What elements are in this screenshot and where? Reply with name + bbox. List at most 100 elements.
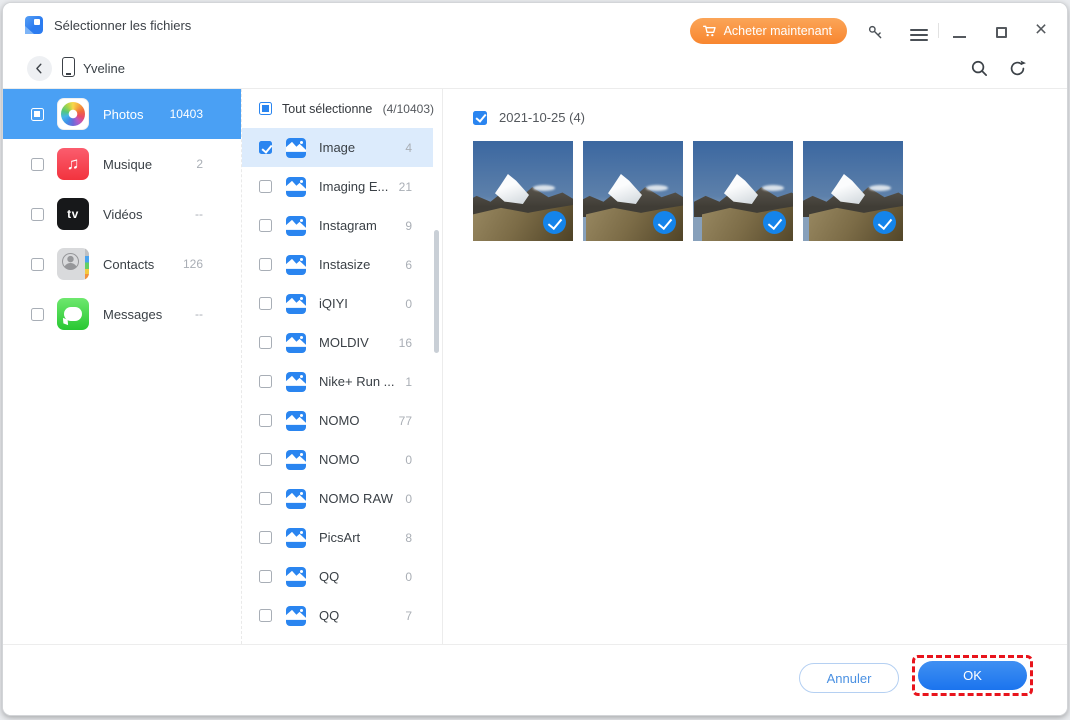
album-count: 8 (405, 531, 412, 545)
photo-thumbnail[interactable] (473, 141, 573, 241)
album-icon (286, 216, 306, 236)
search-icon[interactable] (970, 59, 989, 78)
album-row[interactable]: NOMO RAW 0 (242, 479, 433, 518)
album-icon (286, 294, 306, 314)
sidebar-item-label: Photos (103, 107, 143, 122)
navbar: Yveline (3, 48, 1067, 89)
album-icon (286, 450, 306, 470)
album-checkbox[interactable] (259, 492, 272, 505)
album-checkbox[interactable] (259, 570, 272, 583)
sidebar-item-contacts[interactable]: Contacts 126 (3, 239, 241, 289)
album-checkbox[interactable] (259, 258, 272, 271)
album-row[interactable]: QQ 7 (242, 596, 433, 635)
album-count: 0 (405, 297, 412, 311)
album-row[interactable]: PicsArt 8 (242, 518, 433, 557)
album-count: 16 (399, 336, 412, 350)
sidebar-item-checkbox[interactable] (31, 158, 44, 171)
album-checkbox[interactable] (259, 531, 272, 544)
photo-selected-badge[interactable] (763, 211, 786, 234)
sidebar-item-photos[interactable]: Photos 10403 (3, 89, 241, 139)
titlebar: Sélectionner les fichiers Acheter mainte… (3, 3, 1067, 48)
album-row[interactable]: Image 4 (242, 128, 433, 167)
date-group-row[interactable]: 2021-10-25 (4) (473, 110, 585, 125)
album-label: NOMO RAW (319, 491, 393, 506)
album-count: 6 (405, 258, 412, 272)
album-label: Instasize (319, 257, 370, 272)
date-group-count: (4) (569, 110, 585, 125)
album-row[interactable]: NOMO 0 (242, 440, 433, 479)
sidebar-item-checkbox[interactable] (31, 108, 44, 121)
scrollbar-thumb[interactable] (434, 230, 439, 353)
album-checkbox[interactable] (259, 453, 272, 466)
select-all-row[interactable]: Tout sélectionne (4/10403) (242, 89, 442, 128)
date-group-label: 2021-10-25 (499, 110, 566, 125)
album-icon (286, 528, 306, 548)
ok-button[interactable]: OK (918, 661, 1027, 690)
album-checkbox[interactable] (259, 375, 272, 388)
album-row[interactable]: Nike+ Run ... 1 (242, 362, 433, 401)
maximize-button[interactable] (991, 22, 1011, 42)
album-label: NOMO (319, 413, 359, 428)
sidebar-item-label: Vidéos (103, 207, 143, 222)
sidebar-item-messages[interactable]: Messages -- (3, 289, 241, 339)
album-row[interactable]: Instagram 9 (242, 206, 433, 245)
album-checkbox[interactable] (259, 141, 272, 154)
register-key-icon[interactable] (865, 22, 885, 42)
album-row[interactable]: QQ 0 (242, 557, 433, 596)
album-icon (286, 138, 306, 158)
album-count: 77 (399, 414, 412, 428)
album-checkbox[interactable] (259, 609, 272, 622)
buy-now-label: Acheter maintenant (724, 24, 832, 38)
album-row[interactable]: Imaging E... 21 (242, 167, 433, 206)
close-button[interactable]: × (1031, 20, 1051, 40)
photo-selected-badge[interactable] (653, 211, 676, 234)
album-row[interactable]: MOLDIV 16 (242, 323, 433, 362)
album-row[interactable] (242, 635, 433, 644)
album-count: 7 (405, 609, 412, 623)
sidebar-item-count: 2 (196, 157, 203, 171)
sidebar-item-checkbox[interactable] (31, 308, 44, 321)
hamburger-menu-icon[interactable] (909, 25, 929, 45)
album-label: iQIYI (319, 296, 348, 311)
album-icon (286, 177, 306, 197)
album-row[interactable]: iQIYI 0 (242, 284, 433, 323)
album-row[interactable]: NOMO 77 (242, 401, 433, 440)
buy-now-button[interactable]: Acheter maintenant (690, 18, 847, 44)
sidebar-item-checkbox[interactable] (31, 208, 44, 221)
album-checkbox[interactable] (259, 180, 272, 193)
photo-selected-badge[interactable] (873, 211, 896, 234)
album-checkbox[interactable] (259, 219, 272, 232)
select-all-checkbox[interactable] (259, 102, 272, 115)
sidebar-item-videos[interactable]: Vidéos -- (3, 189, 241, 239)
music-app-icon (57, 148, 89, 180)
back-button[interactable] (27, 56, 52, 81)
photo-thumbnail[interactable] (693, 141, 793, 241)
album-checkbox[interactable] (259, 336, 272, 349)
album-row[interactable]: Instasize 6 (242, 245, 433, 284)
album-list-panel: Tout sélectionne (4/10403) Image 4 Imagi… (241, 89, 443, 644)
photo-thumbnail[interactable] (803, 141, 903, 241)
sidebar-item-checkbox[interactable] (31, 258, 44, 271)
album-label: Nike+ Run ... (319, 374, 395, 389)
album-icon (286, 567, 306, 587)
album-icon (286, 333, 306, 353)
album-list: Image 4 Imaging E... 21 Instagram 9 Inst… (242, 128, 442, 644)
album-checkbox[interactable] (259, 297, 272, 310)
album-icon (286, 411, 306, 431)
photo-selected-badge[interactable] (543, 211, 566, 234)
album-label: MOLDIV (319, 335, 369, 350)
photo-thumbnail[interactable] (583, 141, 683, 241)
date-group-checkbox[interactable] (473, 111, 487, 125)
select-all-count: (4/10403) (383, 102, 434, 116)
album-checkbox[interactable] (259, 414, 272, 427)
photos-app-icon (57, 98, 89, 130)
sidebar-item-music[interactable]: Musique 2 (3, 139, 241, 189)
refresh-icon[interactable] (1008, 59, 1027, 78)
minimize-button[interactable] (949, 22, 969, 42)
album-count: 9 (405, 219, 412, 233)
device-name: Yveline (83, 48, 125, 89)
sidebar-item-label: Messages (103, 307, 162, 322)
cancel-button[interactable]: Annuler (799, 663, 899, 693)
sidebar-item-label: Contacts (103, 257, 154, 272)
album-label: Imaging E... (319, 179, 388, 194)
